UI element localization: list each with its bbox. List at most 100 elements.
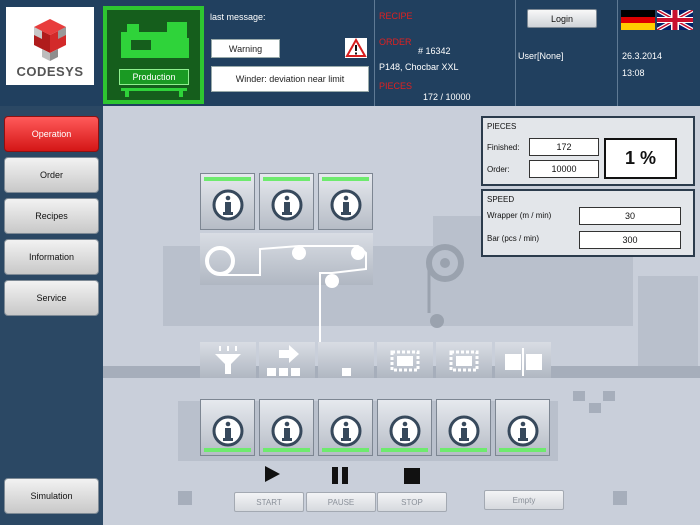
- info-tile-unwinder[interactable]: [200, 173, 255, 230]
- pieces-label: PIECES: [379, 81, 413, 91]
- product-icon: [342, 368, 351, 376]
- info-icon: [212, 415, 244, 447]
- message-text: Winder: deviation near limit: [211, 66, 369, 92]
- sidebar-item-service[interactable]: Service: [4, 280, 99, 316]
- station-feeder[interactable]: [259, 342, 315, 378]
- header-bar: CODESYS Production last message: Warning: [0, 0, 700, 106]
- station-cutter[interactable]: [495, 342, 551, 378]
- status-ok-indicator: [440, 448, 487, 452]
- info-tile-wrapper[interactable]: [436, 399, 491, 456]
- status-ok-indicator: [322, 177, 369, 181]
- status-ok-indicator: [263, 448, 310, 452]
- machine-detail: [573, 391, 585, 401]
- header-divider: [374, 0, 375, 106]
- order-quantity-value: 10000: [529, 160, 599, 178]
- play-icon[interactable]: [262, 464, 282, 484]
- info-tile-feeder[interactable]: [259, 399, 314, 456]
- sidebar-item-operation[interactable]: Operation: [4, 116, 99, 152]
- info-tile-sealer[interactable]: [377, 399, 432, 456]
- roller-background-icon: [426, 244, 464, 328]
- pieces-value: 172 / 10000: [423, 92, 471, 102]
- wrapper-speed-label: Wrapper (m / min): [487, 211, 552, 220]
- codesys-logo: CODESYS: [6, 7, 94, 85]
- login-button[interactable]: Login: [527, 9, 597, 28]
- warning-icon[interactable]: [345, 38, 367, 58]
- start-button[interactable]: START: [234, 492, 304, 512]
- stop-icon[interactable]: [403, 467, 423, 487]
- empty-button[interactable]: Empty: [484, 490, 564, 510]
- pieces-title: PIECES: [487, 122, 517, 131]
- production-status[interactable]: Production: [103, 6, 204, 104]
- info-icon: [271, 189, 303, 221]
- station-wrapper[interactable]: [436, 342, 492, 378]
- bar-speed-value[interactable]: 300: [579, 231, 681, 249]
- machine-foot: [178, 491, 192, 505]
- pause-button[interactable]: PAUSE: [306, 492, 376, 512]
- uk-flag-icon[interactable]: [657, 10, 693, 30]
- brand-name: CODESYS: [16, 64, 84, 79]
- pause-icon[interactable]: [330, 466, 350, 486]
- german-flag-icon[interactable]: [621, 10, 655, 30]
- last-message-label: last message:: [210, 12, 266, 22]
- order-number: # 16342: [418, 46, 451, 56]
- finished-label: Finished:: [487, 143, 520, 152]
- sidebar-nav: Operation Order Recipes Information Serv…: [0, 106, 103, 525]
- pieces-panel: PIECES Finished: 172 Order: 10000 1 %: [481, 116, 695, 186]
- speed-title: SPEED: [487, 195, 515, 204]
- header-divider: [515, 0, 516, 106]
- info-icon: [389, 415, 421, 447]
- machine-base-icon: [121, 88, 187, 97]
- simulation-button[interactable]: Simulation: [4, 478, 99, 514]
- info-tile-winder[interactable]: [318, 173, 373, 230]
- info-tile-infeed[interactable]: [318, 399, 373, 456]
- info-icon: [212, 189, 244, 221]
- stop-button[interactable]: STOP: [377, 492, 447, 512]
- sidebar-item-recipes[interactable]: Recipes: [4, 198, 99, 234]
- progress-percent: 1 %: [604, 138, 677, 179]
- production-label: Production: [119, 69, 189, 85]
- operation-view: PIECES Finished: 172 Order: 10000 1 % SP…: [103, 106, 700, 525]
- sidebar-item-information[interactable]: Information: [4, 239, 99, 275]
- info-icon: [507, 415, 539, 447]
- sidebar-item-order[interactable]: Order: [4, 157, 99, 193]
- status-ok-indicator: [263, 177, 310, 181]
- cube-logo-icon: [34, 19, 66, 61]
- info-icon: [330, 415, 362, 447]
- message-type: Warning: [211, 39, 280, 58]
- machine-background: [513, 256, 633, 326]
- status-ok-indicator: [204, 448, 251, 452]
- machine-detail: [589, 403, 601, 413]
- info-tile-cutter[interactable]: [495, 399, 550, 456]
- machine-detail: [603, 391, 615, 401]
- funnel-icon: [215, 346, 241, 374]
- machine-foot: [613, 491, 627, 505]
- station-infeed[interactable]: [318, 342, 374, 378]
- station-dosing[interactable]: [200, 342, 256, 378]
- wrapped-pack-icon: [449, 350, 479, 372]
- sealed-pack-icon: [390, 350, 420, 372]
- bar-speed-label: Bar (pcs / min): [487, 234, 540, 243]
- order-quantity-label: Order:: [487, 165, 510, 174]
- current-time: 13:08: [622, 68, 645, 78]
- station-sealer[interactable]: [377, 342, 433, 378]
- header-divider: [617, 0, 618, 106]
- feed-arrow-icon: [267, 345, 300, 376]
- machine-background: [638, 276, 698, 366]
- order-label: ORDER: [379, 37, 412, 47]
- machine-icon: [121, 22, 189, 58]
- current-date: 26.3.2014: [622, 51, 663, 61]
- order-product: P148, Chocbar XXL: [379, 62, 459, 72]
- status-ok-indicator: [322, 448, 369, 452]
- info-tile-dosing[interactable]: [200, 399, 255, 456]
- wrapper-speed-value[interactable]: 30: [579, 207, 681, 225]
- recipe-label: RECIPE: [379, 11, 413, 21]
- user-status: User[None]: [518, 51, 564, 61]
- status-ok-indicator: [499, 448, 546, 452]
- info-icon: [271, 415, 303, 447]
- cutter-icon: [505, 348, 542, 376]
- info-tile-splicer[interactable]: [259, 173, 314, 230]
- info-icon: [330, 189, 362, 221]
- info-icon: [448, 415, 480, 447]
- status-ok-indicator: [381, 448, 428, 452]
- finished-value: 172: [529, 138, 599, 156]
